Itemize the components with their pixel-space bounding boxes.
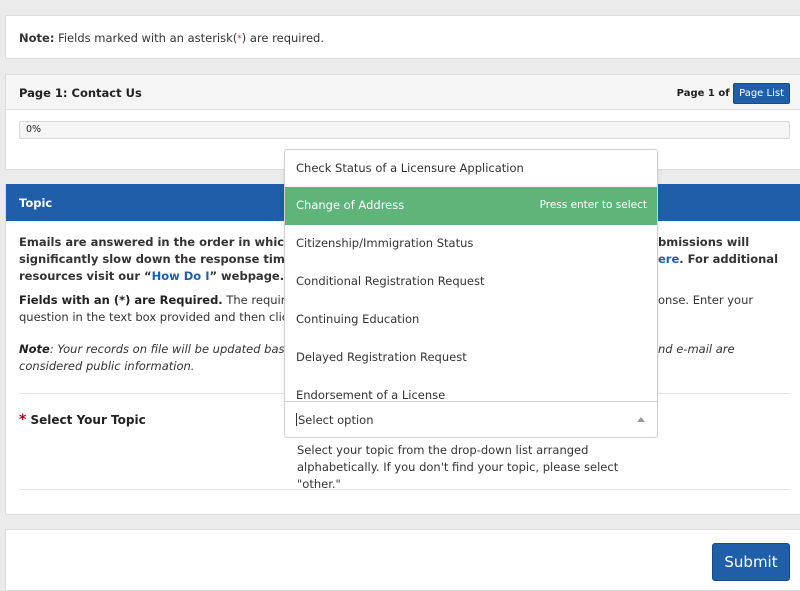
caret-up-icon[interactable] xyxy=(637,417,645,422)
note-strong: Note: xyxy=(19,31,55,45)
note-text-after: ) are required. xyxy=(241,31,325,45)
records-note-label: Note xyxy=(19,342,50,356)
page-title: Page 1: Contact Us xyxy=(19,86,142,100)
progress-label: 0% xyxy=(26,124,42,135)
dropdown-option[interactable]: Conditional Registration Request xyxy=(285,263,657,301)
topic-title: Topic xyxy=(19,196,53,210)
select-placeholder: Select option xyxy=(296,413,374,427)
text-cursor xyxy=(296,413,297,426)
required-right-fragment: onse. Enter your xyxy=(658,292,753,309)
here-link[interactable]: ere xyxy=(658,252,679,266)
intro-paragraph: Emails are answered in the order in whic… xyxy=(19,234,315,285)
press-enter-hint: Press enter to select xyxy=(539,199,647,211)
page-list-button[interactable]: Page List xyxy=(733,83,790,104)
records-right-fragment: nd e-mail are xyxy=(658,341,735,358)
option-label: Citizenship/Immigration Status xyxy=(296,236,474,250)
required-line-2: question in the text box provided and th… xyxy=(19,310,295,324)
select-topic-label: * Select Your Topic xyxy=(19,412,146,428)
dropdown-option[interactable]: Continuing Education xyxy=(285,301,657,339)
dropdown-option-active[interactable]: Change of Address Press enter to select xyxy=(285,187,657,225)
intro-right-2: . For additional xyxy=(679,252,779,266)
option-label: Conditional Registration Request xyxy=(296,274,485,288)
select-placeholder-text: Select option xyxy=(298,413,374,427)
submit-panel: Submit xyxy=(5,529,800,591)
submit-button[interactable]: Submit xyxy=(712,543,790,581)
progress-bar: 0% xyxy=(19,121,790,139)
option-label: Delayed Registration Request xyxy=(296,350,467,364)
intro-line-3b: ” webpage. xyxy=(209,269,285,283)
divider-bottom xyxy=(19,489,790,490)
records-note-paragraph: Note: Your records on file will be updat… xyxy=(19,341,292,375)
required-bold: Fields with an (*) are Required. xyxy=(19,293,223,307)
records-line-1: : Your records on file will be updated b… xyxy=(49,342,292,356)
intro-line-3a: resources visit our “ xyxy=(19,269,152,283)
records-line-2: considered public information. xyxy=(19,359,195,373)
page-header: Page 1: Contact Us Page 1 of 3 Page List xyxy=(6,75,800,110)
required-note-panel: Note: Fields marked with an asterisk(*) … xyxy=(5,15,800,59)
topic-dropdown-list: Check Status of a Licensure Application … xyxy=(284,149,658,402)
intro-line-3: resources visit our “How Do I” webpage. xyxy=(19,268,315,285)
records-right-1: nd e-mail are xyxy=(658,342,735,356)
topic-select[interactable]: Select option xyxy=(284,401,658,438)
intro-line-2: significantly slow down the response tim… xyxy=(19,252,316,266)
option-label: Continuing Education xyxy=(296,312,420,326)
select-topic-text: Select Your Topic xyxy=(26,413,146,427)
intro-right-fragment: bmissions will ere. For additional xyxy=(658,234,778,268)
intro-right-1: bmissions will xyxy=(658,235,750,249)
page-indicator: Page 1 of 3 xyxy=(676,88,740,99)
dropdown-option[interactable]: Delayed Registration Request xyxy=(285,339,657,377)
dropdown-option[interactable]: Citizenship/Immigration Status xyxy=(285,225,657,263)
option-label: Check Status of a Licensure Application xyxy=(296,161,524,175)
option-label: Change of Address xyxy=(296,198,405,212)
how-do-i-link[interactable]: How Do I xyxy=(152,269,210,283)
select-help-text: Select your topic from the drop-down lis… xyxy=(297,443,619,491)
required-right-1: onse. Enter your xyxy=(658,293,754,307)
required-paragraph: Fields with an (*) are Required. The req… xyxy=(19,292,314,326)
required-note: Note: Fields marked with an asterisk(*) … xyxy=(19,31,324,45)
dropdown-option[interactable]: Check Status of a Licensure Application xyxy=(285,150,657,188)
intro-line-1: Emails are answered in the order in whic… xyxy=(19,235,310,249)
option-label: Endorsement of a License xyxy=(296,388,446,402)
note-text: Fields marked with an asterisk( xyxy=(54,31,238,45)
dropdown-option[interactable]: Endorsement of a License xyxy=(285,377,657,402)
